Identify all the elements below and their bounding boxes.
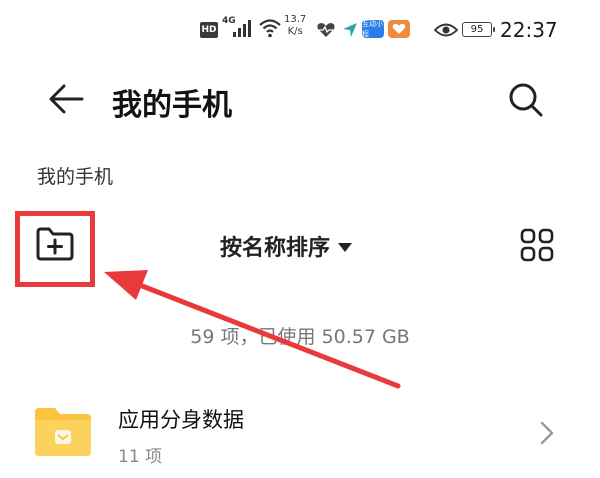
app-notification-icon-2 (388, 20, 410, 38)
hd-badge: HD (200, 22, 218, 38)
caret-down-icon (338, 242, 353, 252)
new-folder-button[interactable] (34, 226, 76, 262)
search-button[interactable] (506, 80, 546, 120)
arrow-left-icon (49, 84, 84, 114)
item-count: 11 项 (118, 447, 163, 467)
page-title: 我的手机 (112, 88, 232, 123)
network-speed: 13.7 K/s (284, 14, 307, 37)
back-button[interactable] (46, 82, 86, 116)
sort-dropdown[interactable]: 按名称排序 (220, 230, 353, 262)
storage-summary: 59 项，已使用 50.57 GB (190, 326, 410, 348)
folder-icon (35, 408, 91, 456)
location-arrow-icon (343, 23, 357, 37)
item-name: 应用分身数据 (118, 408, 244, 432)
list-item[interactable]: 应用分身数据 11 项 (0, 390, 600, 478)
heart-icon (392, 24, 406, 34)
heart-pulse-icon (317, 23, 335, 37)
breadcrumb[interactable]: 我的手机 (37, 162, 113, 189)
search-icon (509, 83, 543, 117)
eye-icon (434, 23, 458, 37)
arrowhead-icon (104, 270, 148, 300)
status-bar: HD 4G 13.7 K/s 互动小程 95 22:37 (0, 0, 600, 56)
wifi-icon (259, 19, 281, 38)
app-notification-icon: 互动小程 (362, 20, 384, 38)
signal-icon (233, 20, 251, 37)
battery-indicator: 95 (462, 22, 495, 37)
chevron-right-icon (540, 421, 554, 445)
sort-label: 按名称排序 (220, 236, 331, 261)
grid-icon (520, 228, 554, 262)
folder-plus-icon (36, 227, 74, 261)
status-time: 22:37 (500, 18, 558, 42)
grid-view-button[interactable] (520, 228, 554, 262)
